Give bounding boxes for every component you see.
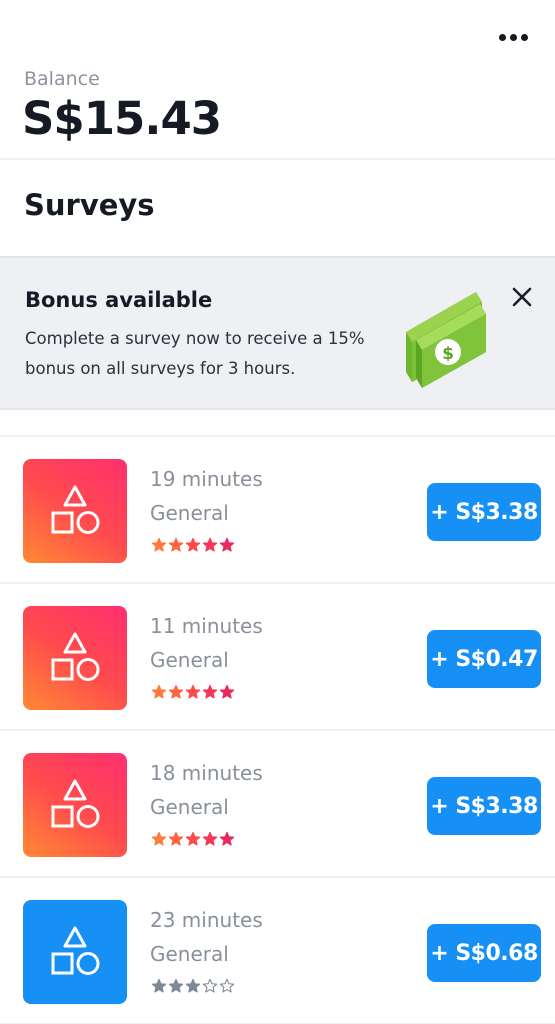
survey-icon-tile <box>23 900 127 1004</box>
survey-duration: 11 minutes <box>150 614 263 638</box>
balance-label: Balance <box>24 68 100 90</box>
survey-item[interactable]: 18 minutes General + S$3.38 <box>0 731 555 877</box>
survey-category: General <box>150 795 229 819</box>
close-icon[interactable] <box>509 284 535 310</box>
star-icon <box>168 831 184 846</box>
survey-icon-tile <box>23 459 127 563</box>
survey-category: General <box>150 648 229 672</box>
survey-duration: 18 minutes <box>150 761 263 785</box>
survey-rating <box>151 831 235 847</box>
star-icon <box>168 537 184 552</box>
more-dot <box>520 33 528 41</box>
star-icon <box>168 684 184 699</box>
survey-payout-button[interactable]: + S$3.38 <box>427 483 541 541</box>
money-bills-icon: $ <box>406 292 486 388</box>
survey-item[interactable]: 11 minutes General + S$0.47 <box>0 584 555 730</box>
star-icon <box>151 537 167 552</box>
star-icon <box>219 978 235 993</box>
survey-rating <box>151 684 235 700</box>
star-icon <box>202 537 218 552</box>
star-icon <box>202 978 218 993</box>
shapes-icon <box>51 632 100 681</box>
survey-payout-button[interactable]: + S$3.38 <box>427 777 541 835</box>
star-icon <box>151 978 167 993</box>
more-dot <box>498 33 506 41</box>
star-icon <box>151 684 167 699</box>
survey-item[interactable]: 19 minutes General + S$3.38 <box>0 437 555 583</box>
star-icon <box>219 684 235 699</box>
survey-rating <box>151 978 235 994</box>
survey-rating <box>151 537 235 553</box>
star-icon <box>202 831 218 846</box>
shapes-icon <box>51 485 100 534</box>
bonus-text: Complete a survey now to receive a 15% b… <box>25 329 365 378</box>
star-icon <box>168 978 184 993</box>
survey-duration: 19 minutes <box>150 467 263 491</box>
star-icon <box>185 537 201 552</box>
star-icon <box>185 831 201 846</box>
header-divider <box>0 158 555 160</box>
survey-icon-tile <box>23 606 127 710</box>
survey-duration: 23 minutes <box>150 908 263 932</box>
survey-payout-button[interactable]: + S$0.47 <box>427 630 541 688</box>
survey-icon-tile <box>23 753 127 857</box>
section-title: Surveys <box>24 188 155 222</box>
survey-item[interactable]: 23 minutes General + S$0.68 <box>0 878 555 1024</box>
survey-category: General <box>150 942 229 966</box>
survey-payout-button[interactable]: + S$0.68 <box>427 924 541 982</box>
star-icon <box>219 537 235 552</box>
survey-category: General <box>150 501 229 525</box>
shapes-icon <box>51 926 100 975</box>
star-icon <box>185 684 201 699</box>
svg-text:$: $ <box>442 344 454 364</box>
star-icon <box>151 831 167 846</box>
shapes-icon <box>51 779 100 828</box>
star-icon <box>219 831 235 846</box>
star-icon <box>185 978 201 993</box>
more-dot <box>509 33 517 41</box>
bonus-banner: Bonus available Complete a survey now to… <box>0 256 555 410</box>
star-icon <box>202 684 218 699</box>
balance-value: S$15.43 <box>22 92 222 145</box>
bonus-title: Bonus available <box>25 288 213 312</box>
more-options-button[interactable] <box>493 26 533 48</box>
